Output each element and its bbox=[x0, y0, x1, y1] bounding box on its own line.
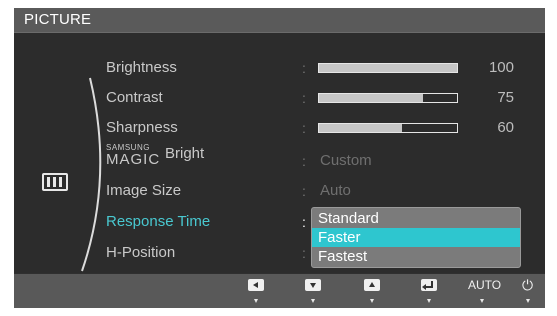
magic-bright-value: Custom bbox=[320, 152, 372, 169]
separator: : bbox=[302, 120, 306, 136]
sharpness-value: 60 bbox=[497, 119, 514, 136]
separator: : bbox=[302, 153, 306, 169]
enter-icon bbox=[421, 279, 437, 291]
control-button-bar: AUTO ⏻ bbox=[14, 274, 545, 308]
dropdown-option-standard[interactable]: Standard bbox=[312, 209, 520, 228]
contrast-slider-fill bbox=[319, 94, 423, 102]
auto-label: AUTO bbox=[468, 278, 502, 292]
separator: : bbox=[302, 214, 306, 230]
separator: : bbox=[302, 90, 306, 106]
separator: : bbox=[302, 60, 306, 76]
contrast-label[interactable]: Contrast bbox=[106, 89, 163, 106]
brightness-value: 100 bbox=[488, 59, 514, 76]
button-indicator bbox=[526, 299, 530, 303]
sharpness-slider[interactable] bbox=[318, 123, 458, 133]
response-time-dropdown[interactable]: Standard Faster Fastest bbox=[311, 207, 521, 268]
response-time-label[interactable]: Response Time bbox=[106, 213, 210, 230]
bright-text: Bright bbox=[165, 145, 205, 162]
power-icon: ⏻ bbox=[522, 277, 534, 293]
image-size-label[interactable]: Image Size bbox=[106, 182, 181, 199]
magic-bright-label[interactable]: SAMSUNG MAGIC Bright bbox=[106, 143, 236, 169]
contrast-slider[interactable] bbox=[318, 93, 458, 103]
sharpness-label[interactable]: Sharpness bbox=[106, 119, 178, 136]
separator: : bbox=[302, 245, 306, 261]
magic-brand-text: MAGIC bbox=[106, 151, 161, 168]
dropdown-option-faster[interactable]: Faster bbox=[312, 228, 520, 247]
osd-window: PICTURE Brightness : 100 Contrast : 75 S… bbox=[14, 8, 545, 308]
sharpness-slider-fill bbox=[319, 124, 402, 132]
dropdown-option-fastest[interactable]: Fastest bbox=[312, 247, 520, 266]
separator: : bbox=[302, 183, 306, 199]
brightness-label[interactable]: Brightness bbox=[106, 59, 177, 76]
button-indicator bbox=[370, 299, 374, 303]
menu-title: PICTURE bbox=[24, 11, 92, 28]
h-position-label[interactable]: H-Position bbox=[106, 244, 175, 261]
picture-menu-icon bbox=[42, 173, 68, 191]
brightness-slider-fill bbox=[319, 64, 457, 72]
button-indicator bbox=[311, 299, 315, 303]
left-arrow-icon bbox=[248, 279, 264, 291]
brightness-slider[interactable] bbox=[318, 63, 458, 73]
down-arrow-icon bbox=[305, 279, 321, 291]
contrast-value: 75 bbox=[497, 89, 514, 106]
button-indicator bbox=[254, 299, 258, 303]
title-bar: PICTURE bbox=[14, 8, 545, 33]
button-indicator bbox=[480, 299, 484, 303]
up-arrow-icon bbox=[364, 279, 380, 291]
image-size-value: Auto bbox=[320, 182, 351, 199]
button-indicator bbox=[427, 299, 431, 303]
